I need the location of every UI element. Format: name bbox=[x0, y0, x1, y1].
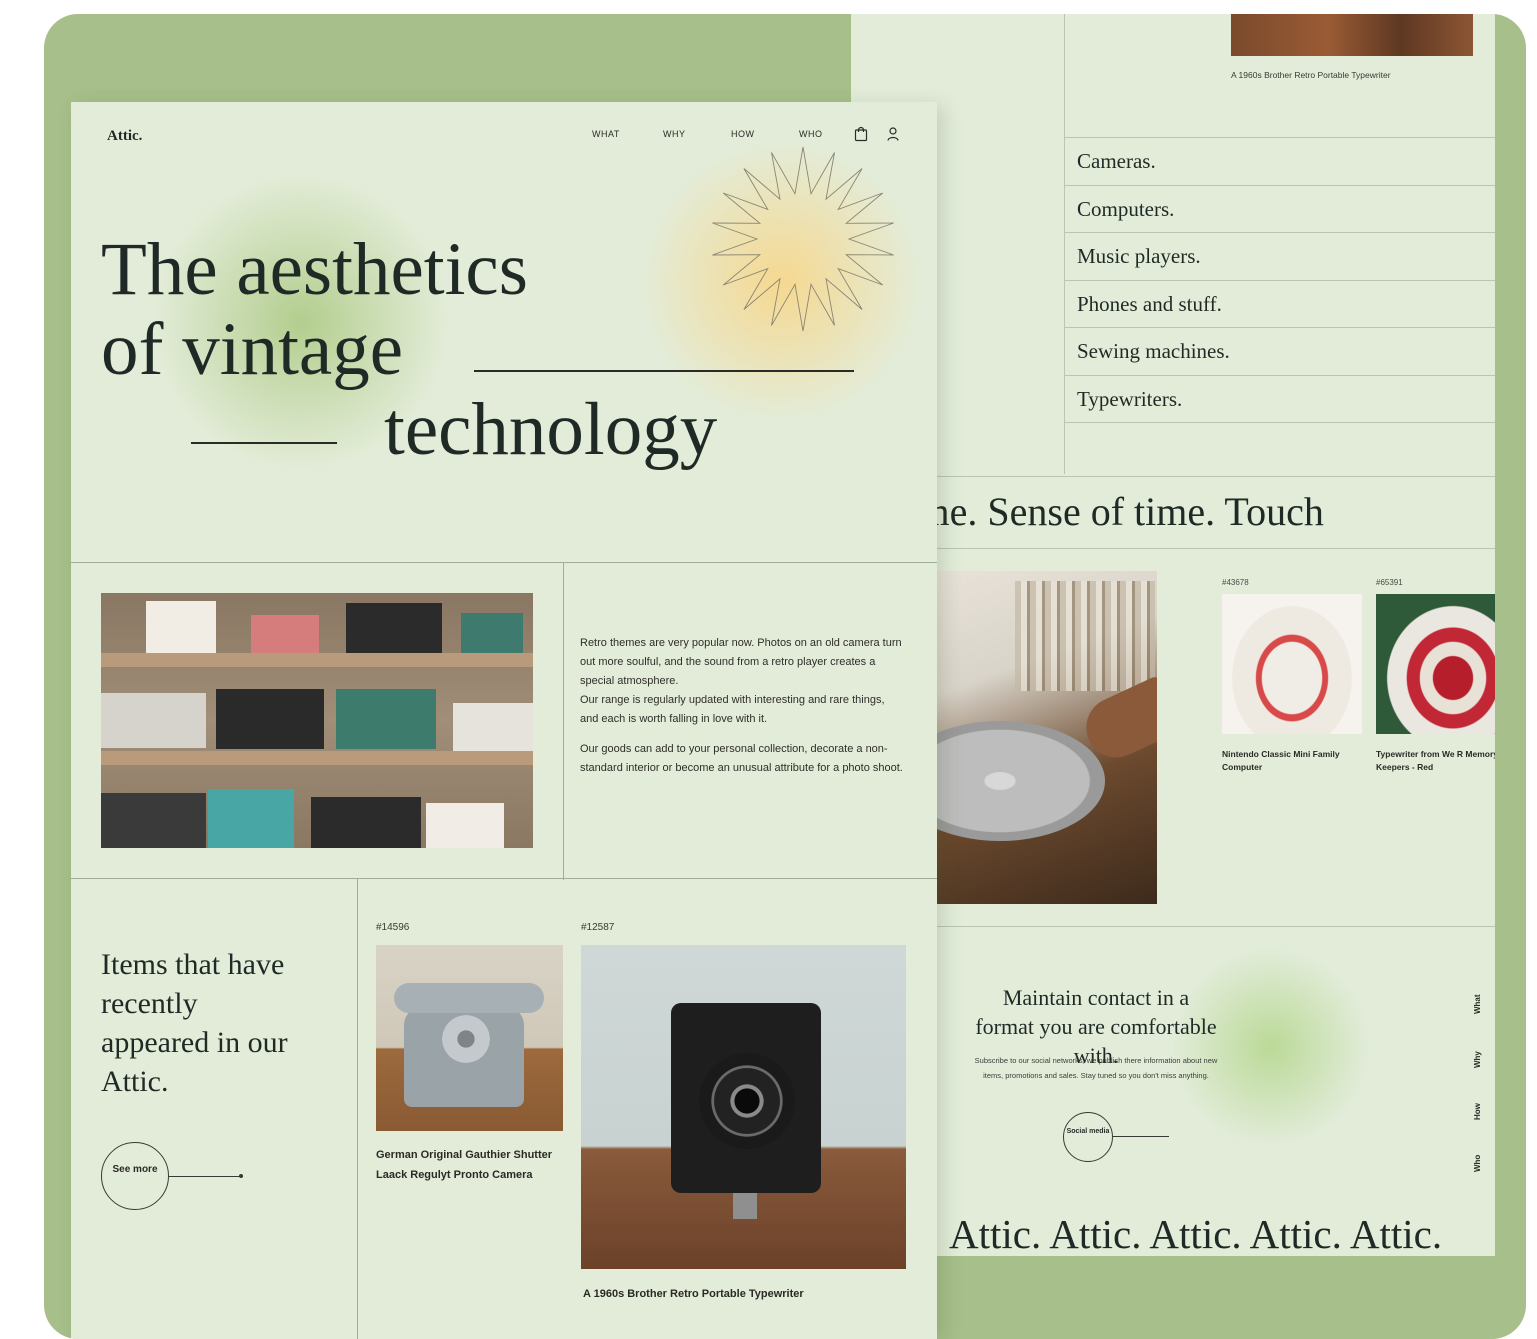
rotary-phone-image[interactable] bbox=[376, 945, 563, 1131]
site-logo[interactable]: Attic. bbox=[107, 128, 142, 145]
category-typewriters[interactable]: Typewriters. bbox=[1064, 376, 1495, 423]
bottom-ticker: Attic. Attic. Attic. Attic. Attic. bbox=[949, 1211, 1443, 1256]
top-product-caption[interactable]: A 1960s Brother Retro Portable Typewrite… bbox=[1231, 70, 1391, 80]
product-code: #65391 bbox=[1376, 578, 1403, 587]
product-code: #12587 bbox=[581, 922, 615, 933]
phone-dial bbox=[442, 1015, 490, 1063]
about-section: Retro themes are very popular now. Photo… bbox=[71, 562, 937, 880]
product-image[interactable] bbox=[1376, 594, 1495, 734]
about-paragraph: Retro themes are very popular now. Photo… bbox=[580, 634, 905, 729]
typewriter-photo-cropped[interactable] bbox=[1231, 14, 1473, 56]
about-paragraph-2: Our range is regularly updated with inte… bbox=[580, 694, 885, 725]
nav-who[interactable]: WHO bbox=[799, 129, 823, 139]
about-paragraph-1: Retro themes are very popular now. Photo… bbox=[580, 637, 902, 687]
nav-how[interactable]: HOW bbox=[731, 129, 755, 139]
about-text: Retro themes are very popular now. Photo… bbox=[580, 634, 905, 778]
product-image[interactable] bbox=[1222, 594, 1362, 734]
camera-stand bbox=[733, 1193, 757, 1219]
recent-title: Items that have recently appeared in our… bbox=[101, 948, 288, 1098]
recent-items-section: Items that have recently appeared in our… bbox=[71, 879, 937, 1339]
divider bbox=[357, 879, 358, 1339]
decorative-rule bbox=[474, 370, 854, 372]
vnav-what[interactable]: What bbox=[1473, 994, 1482, 1014]
arrow-line bbox=[1113, 1136, 1169, 1137]
product-card-nintendo[interactable]: #43678 Nintendo Classic Mini Family Comp… bbox=[1222, 578, 1362, 774]
product-card-typewriter[interactable]: #65391 Typewriter from We R Memory Keepe… bbox=[1376, 578, 1495, 774]
camera-lens bbox=[699, 1053, 795, 1149]
about-paragraph-3: Our goods can add to your personal colle… bbox=[580, 743, 903, 774]
vinyl-record bbox=[935, 721, 1105, 841]
nav-what[interactable]: WHAT bbox=[592, 129, 620, 139]
product-code: #43678 bbox=[1222, 578, 1249, 587]
category-computers[interactable]: Computers. bbox=[1064, 186, 1495, 233]
vnav-how[interactable]: How bbox=[1473, 1103, 1482, 1120]
secondary-page: A 1960s Brother Retro Portable Typewrite… bbox=[851, 14, 1495, 1256]
showcase-frame: A 1960s Brother Retro Portable Typewrite… bbox=[44, 14, 1526, 1339]
product-name[interactable]: Typewriter from We R Memory Keepers - Re… bbox=[1376, 748, 1495, 774]
sun-burst-icon bbox=[712, 146, 894, 332]
divider bbox=[563, 563, 564, 880]
product-name[interactable]: Nintendo Classic Mini Family Computer bbox=[1222, 748, 1362, 774]
vintage-camera-image[interactable] bbox=[581, 945, 906, 1269]
category-music-players[interactable]: Music players. bbox=[1064, 233, 1495, 281]
category-list: Cameras. Computers. Music players. Phone… bbox=[1064, 137, 1495, 423]
vnav-who[interactable]: Who bbox=[1473, 1155, 1482, 1172]
bookshelf-blur bbox=[1015, 581, 1155, 691]
category-phones[interactable]: Phones and stuff. bbox=[1064, 281, 1495, 328]
product-code: #14596 bbox=[376, 922, 410, 933]
contact-description: Subscribe to our social networks, we pub… bbox=[974, 1056, 1218, 1080]
turntable-photo bbox=[935, 571, 1157, 904]
hero-line-3: technology bbox=[384, 388, 718, 471]
user-icon[interactable] bbox=[886, 126, 900, 142]
category-sewing-machines[interactable]: Sewing machines. bbox=[1064, 328, 1495, 376]
product-name[interactable]: A 1960s Brother Retro Portable Typewrite… bbox=[583, 1284, 903, 1304]
vnav-why[interactable]: Why bbox=[1473, 1051, 1482, 1068]
product-name[interactable]: German Original Gauthier Shutter Laack R… bbox=[376, 1145, 571, 1185]
hero-line-2: of vintage bbox=[101, 308, 403, 391]
arrow-line bbox=[169, 1174, 243, 1178]
shopping-bag-icon[interactable] bbox=[854, 126, 868, 142]
vintage-radios-photo bbox=[101, 593, 533, 848]
category-cameras[interactable]: Cameras. bbox=[1064, 138, 1495, 186]
social-media-button[interactable]: Social media bbox=[1063, 1112, 1113, 1162]
marquee-ticker: n of time. Sense of time. Touch bbox=[851, 476, 1495, 549]
contact-section: Maintain contact in a format you are com… bbox=[851, 926, 1495, 1256]
nav-why[interactable]: WHY bbox=[663, 129, 686, 139]
phone-handset bbox=[394, 983, 544, 1013]
see-more-button[interactable]: See more bbox=[101, 1142, 169, 1210]
hero-line-1: The aesthetics bbox=[101, 228, 528, 311]
main-page: Attic. WHAT WHY HOW WHO The aesthetics o… bbox=[71, 102, 937, 1339]
decorative-rule bbox=[191, 442, 337, 444]
